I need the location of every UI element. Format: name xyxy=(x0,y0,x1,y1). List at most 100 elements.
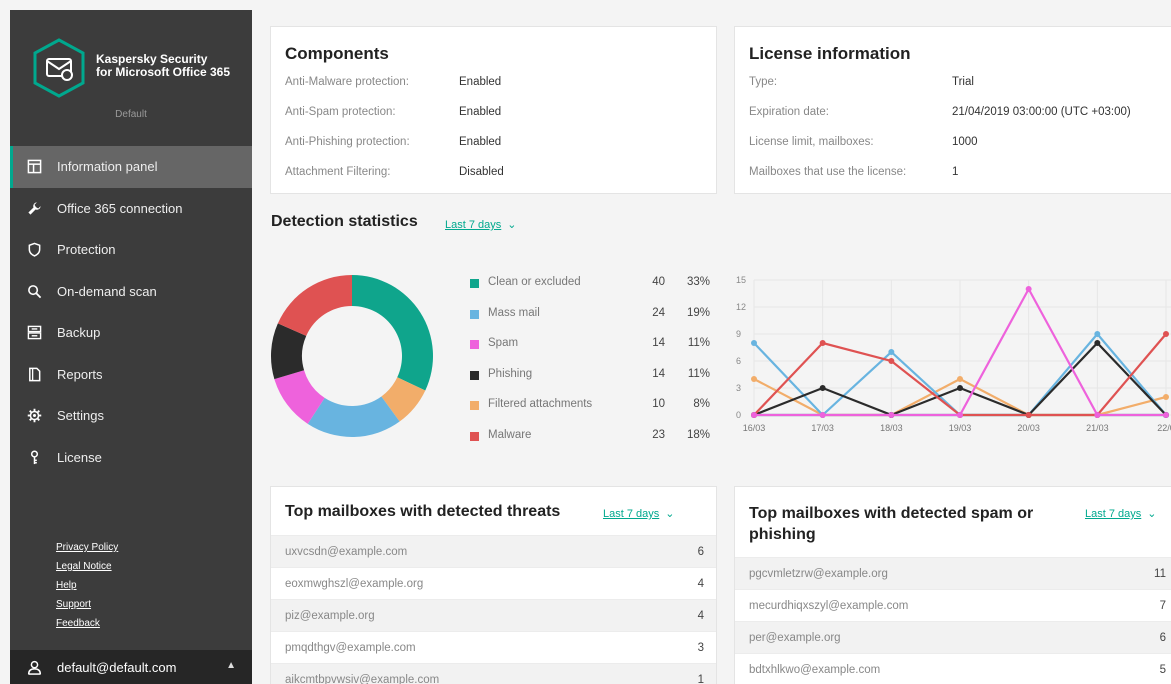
table-row[interactable]: eoxmwghszl@example.org 4 xyxy=(271,567,716,599)
sidebar-item-backup[interactable]: Backup xyxy=(10,312,252,354)
data-point-spam xyxy=(819,412,826,418)
top-spam-title: Top mailboxes with detected spam or phis… xyxy=(749,503,1033,545)
user-icon xyxy=(26,659,42,675)
y-tick-label: 12 xyxy=(736,302,746,312)
legend-label: Clean or excluded xyxy=(488,276,581,288)
sidebar-item-on-demand-scan[interactable]: On-demand scan xyxy=(10,271,252,313)
table-row[interactable]: uxvcsdn@example.com 6 xyxy=(271,535,716,567)
sidebar-item-license[interactable]: License xyxy=(10,437,252,479)
license-value: Trial xyxy=(952,76,974,88)
mailbox-count: 4 xyxy=(697,578,704,590)
sidebar-nav: Information panel Office 365 connection … xyxy=(10,146,252,478)
data-point-filtered-attachments xyxy=(751,376,757,382)
top-spam-title-line2: phishing xyxy=(749,526,816,543)
mailbox-email: mecurdhiqxszyl@example.com xyxy=(749,600,909,612)
detection-statistics-title: Detection statistics xyxy=(271,213,418,230)
components-title: Components xyxy=(285,44,389,63)
top-threats-period-select[interactable]: Last 7 days ⌄ xyxy=(603,507,674,520)
table-row[interactable]: per@example.org 6 xyxy=(735,621,1171,653)
chevron-down-icon: ⌄ xyxy=(1147,508,1157,520)
license-key: License limit, mailboxes: xyxy=(749,136,874,148)
legend-count: 10 xyxy=(652,398,665,410)
data-point-phishing xyxy=(819,385,826,391)
legend-percent: 18% xyxy=(686,428,710,441)
donut-slice-malware xyxy=(277,275,352,336)
data-point-filtered-attachments xyxy=(957,376,963,382)
license-row: License limit, mailboxes: 1000 xyxy=(749,136,1169,152)
y-tick-label: 6 xyxy=(736,356,741,366)
footer-links: Privacy Policy Legal Notice Help Support… xyxy=(56,538,118,633)
x-tick-label: 20/03 xyxy=(1017,423,1040,433)
table-row[interactable]: piz@example.org 4 xyxy=(271,599,716,631)
data-point-mass-mail xyxy=(1094,331,1101,337)
legend-percent: 8% xyxy=(693,398,710,410)
license-card: License information Type: Trial Expirati… xyxy=(734,26,1171,194)
table-row[interactable]: bdtxhlkwo@example.com 5 xyxy=(735,653,1171,684)
table-row[interactable]: aikcmtbpvwsiv@example.com 1 xyxy=(271,663,716,684)
sidebar-item-information-panel[interactable]: Information panel xyxy=(10,146,252,188)
chevron-down-icon: ⌄ xyxy=(665,508,675,520)
privacy-policy-link[interactable]: Privacy Policy xyxy=(56,538,118,557)
legend-count: 23 xyxy=(652,428,665,441)
y-tick-label: 9 xyxy=(736,329,741,339)
top-threats-title: Top mailboxes with detected threats xyxy=(285,503,561,520)
top-spam-period-select[interactable]: Last 7 days ⌄ xyxy=(1085,507,1156,520)
license-row: Type: Trial xyxy=(749,76,1169,92)
data-point-spam xyxy=(1094,412,1101,418)
sidebar-item-office-365-connection[interactable]: Office 365 connection xyxy=(10,188,252,230)
mailbox-count: 6 xyxy=(1159,632,1166,644)
legend-row-phishing: Phishing 14 11% xyxy=(470,362,715,393)
mailbox-email: per@example.org xyxy=(749,632,841,644)
sidebar: Kaspersky Security for Microsoft Office … xyxy=(10,10,252,684)
archive-icon xyxy=(26,325,42,341)
support-link[interactable]: Support xyxy=(56,595,118,614)
legend-label: Malware xyxy=(488,428,532,441)
data-point-spam xyxy=(1163,412,1169,418)
sidebar-item-settings[interactable]: Settings xyxy=(10,395,252,437)
mailbox-count: 11 xyxy=(1154,568,1166,580)
sidebar-item-reports[interactable]: Reports xyxy=(10,354,252,396)
chevron-up-icon[interactable]: ▲ xyxy=(226,660,236,671)
legend-swatch xyxy=(470,309,479,319)
mailbox-email: piz@example.org xyxy=(285,610,375,622)
component-status: Enabled xyxy=(459,106,502,118)
help-link[interactable]: Help xyxy=(56,576,118,595)
feedback-link[interactable]: Feedback xyxy=(56,614,118,633)
user-menu[interactable]: default@default.com ▲ xyxy=(10,650,252,684)
data-point-spam xyxy=(957,412,963,418)
sidebar-item-protection[interactable]: Protection xyxy=(10,229,252,271)
detection-period-select[interactable]: Last 7 days ⌄ xyxy=(445,218,516,231)
mailbox-email: bdtxhlkwo@example.com xyxy=(749,664,881,676)
data-point-mass-mail xyxy=(751,340,757,346)
search-icon xyxy=(26,283,42,299)
components-row: Anti-Spam protection: Enabled xyxy=(285,106,705,122)
product-name-line2: for Microsoft Office 365 xyxy=(96,65,231,79)
license-row: Expiration date: 21/04/2019 03:00:00 (UT… xyxy=(749,106,1169,122)
sidebar-item-label: Information panel xyxy=(57,159,158,175)
key-icon xyxy=(26,449,42,465)
data-point-mass-mail xyxy=(888,349,895,355)
legend-percent: 11% xyxy=(687,367,710,380)
legend-swatch xyxy=(470,370,479,380)
mailbox-email: uxvcsdn@example.com xyxy=(285,546,408,558)
legend-count: 14 xyxy=(652,337,665,349)
component-status: Enabled xyxy=(459,136,502,148)
legend-row-malware: Malware 23 18% xyxy=(470,423,715,454)
legal-notice-link[interactable]: Legal Notice xyxy=(56,557,118,576)
period-label: Last 7 days xyxy=(1085,508,1142,520)
mailbox-count: 1 xyxy=(697,674,704,684)
legend-swatch xyxy=(470,340,479,349)
license-value: 21/04/2019 03:00:00 (UTC +03:00) xyxy=(952,106,1131,118)
detection-legend: Clean or excluded 40 33% Mass mail 24 19… xyxy=(470,270,715,453)
component-name: Anti-Spam protection: xyxy=(285,106,396,118)
table-row[interactable]: pmqdthgv@example.com 3 xyxy=(271,631,716,663)
table-row[interactable]: pgcvmletzrw@example.org 11 xyxy=(735,557,1171,589)
table-row[interactable]: mecurdhiqxszyl@example.com 7 xyxy=(735,589,1171,621)
sidebar-item-label: Protection xyxy=(57,242,116,258)
kaspersky-logo-icon xyxy=(33,38,85,98)
component-name: Attachment Filtering: xyxy=(285,166,391,178)
wrench-icon xyxy=(26,200,42,216)
mailbox-email: aikcmtbpvwsiv@example.com xyxy=(285,674,440,684)
user-email: default@default.com xyxy=(57,659,177,675)
period-label: Last 7 days xyxy=(445,219,502,231)
